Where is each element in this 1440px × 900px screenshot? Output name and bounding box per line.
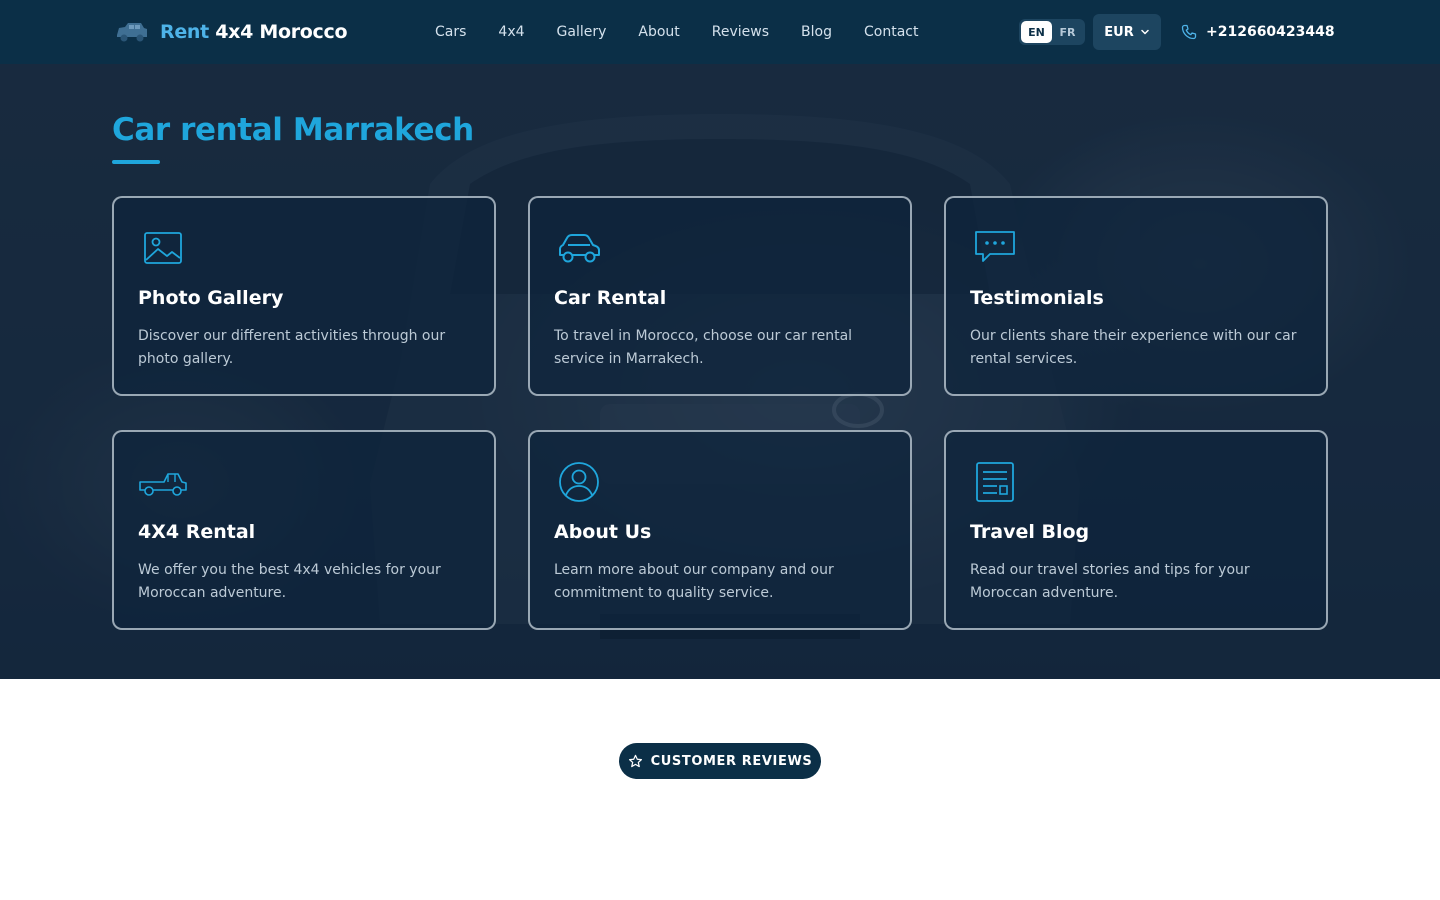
image-icon [144, 232, 182, 264]
phone-number: +212660423448 [1206, 24, 1335, 40]
car-icon [559, 234, 600, 263]
card-title: About Us [554, 521, 652, 543]
title-underline [112, 160, 160, 164]
hero-section: Car rental Marrakech Photo Gallery Disco… [0, 64, 1440, 679]
brand-name-rest: 4x4 Morocco [215, 21, 348, 43]
card-photo-gallery[interactable]: Photo Gallery Discover our different act… [112, 196, 496, 396]
language-option-fr[interactable]: FR [1052, 21, 1083, 43]
card-title: Travel Blog [970, 521, 1090, 543]
brand-name-rent: Rent [160, 21, 209, 43]
currency-value: EUR [1104, 24, 1134, 40]
phone-icon [1181, 24, 1197, 40]
card-about-us[interactable]: About Us Learn more about our company an… [528, 430, 912, 630]
card-description: Our clients share their experience with … [970, 328, 1297, 367]
brand-logo-link[interactable]: Rent 4x4 Morocco [114, 17, 348, 47]
card-description: Learn more about our company and our com… [554, 562, 834, 601]
card-title: Car Rental [554, 287, 667, 309]
brand-name: Rent 4x4 Morocco [160, 21, 348, 43]
card-description: Discover our different activities throug… [138, 328, 446, 367]
nav-link-blog[interactable]: Blog [801, 24, 832, 40]
chevron-down-icon [1140, 29, 1149, 35]
chat-bubble-icon [975, 231, 1015, 262]
customer-reviews-badge: CUSTOMER REVIEWS [619, 743, 821, 779]
card-4x4-rental[interactable]: 4X4 Rental We offer you the best 4x4 veh… [112, 430, 496, 630]
language-switcher: EN FR [1019, 19, 1085, 45]
customer-reviews-label: CUSTOMER REVIEWS [650, 753, 813, 769]
phone-link[interactable]: +212660423448 [1181, 20, 1335, 44]
card-title: 4X4 Rental [138, 521, 256, 543]
star-icon [628, 754, 642, 767]
nav-link-about[interactable]: About [638, 24, 679, 40]
card-title: Photo Gallery [138, 287, 284, 309]
card-description: We offer you the best 4x4 vehicles for y… [138, 562, 441, 601]
card-title: Testimonials [970, 287, 1104, 309]
language-option-en[interactable]: EN [1021, 21, 1052, 43]
pickup-truck-icon [139, 473, 187, 496]
jeep-logo-icon [117, 23, 147, 42]
document-icon [976, 462, 1014, 502]
user-circle-icon [559, 462, 599, 502]
nav-link-contact[interactable]: Contact [864, 24, 918, 40]
card-description: To travel in Morocco, choose our car ren… [554, 328, 853, 367]
card-travel-blog[interactable]: Travel Blog Read our travel stories and … [944, 430, 1328, 630]
card-car-rental[interactable]: Car Rental To travel in Morocco, choose … [528, 196, 912, 396]
main-nav: Cars 4x4 Gallery About Reviews Blog Cont… [435, 0, 918, 64]
page-title: Car rental Marrakech [112, 112, 474, 148]
site-header: Rent 4x4 Morocco Cars 4x4 Gallery About … [0, 0, 1440, 64]
nav-link-cars[interactable]: Cars [435, 24, 466, 40]
nav-link-4x4[interactable]: 4x4 [498, 24, 524, 40]
nav-link-reviews[interactable]: Reviews [712, 24, 769, 40]
card-description: Read our travel stories and tips for you… [970, 562, 1250, 601]
card-testimonials[interactable]: Testimonials Our clients share their exp… [944, 196, 1328, 396]
currency-select[interactable]: EUR [1093, 14, 1161, 50]
nav-link-gallery[interactable]: Gallery [557, 24, 607, 40]
